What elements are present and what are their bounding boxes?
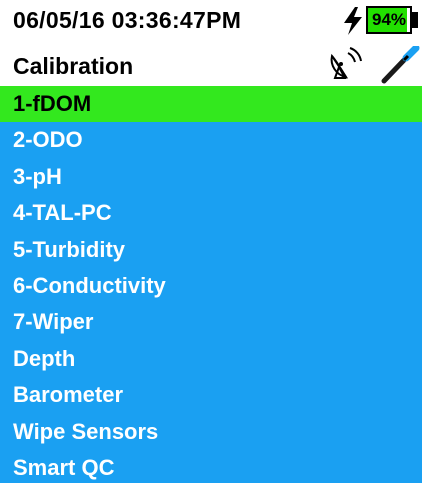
- menu-item[interactable]: 7-Wiper: [0, 304, 422, 340]
- menu-item[interactable]: 1-fDOM: [0, 86, 422, 123]
- lightning-bolt-icon: [342, 6, 364, 36]
- battery-indicator: 94%: [366, 6, 412, 34]
- datetime: 06/05/16 03:36:47PM: [13, 7, 242, 33]
- title-bar: Calibration: [0, 42, 422, 86]
- battery-cap: [412, 12, 418, 28]
- status-bar: 06/05/16 03:36:47PM 94%: [0, 0, 422, 42]
- menu-item[interactable]: 6-Conductivity: [0, 268, 422, 304]
- calibration-menu: 1-fDOM 2-ODO 3-pH 4-TAL-PC 5-Turbidity 6-Cond…: [0, 86, 422, 483]
- menu-item[interactable]: 5-Turbidity: [0, 232, 422, 268]
- page-title: Calibration: [13, 53, 134, 79]
- probe-icon: [380, 44, 422, 84]
- menu-item[interactable]: Smart QC: [0, 450, 422, 483]
- menu-item[interactable]: Depth: [0, 341, 422, 377]
- calibration-screen: 06/05/16 03:36:47PM 94% Calibration 1-fD…: [0, 0, 422, 483]
- menu-item[interactable]: 2-ODO: [0, 122, 422, 158]
- menu-item[interactable]: 4-TAL-PC: [0, 195, 422, 231]
- menu-item[interactable]: 3-pH: [0, 159, 422, 195]
- battery-percent: 94%: [371, 10, 407, 29]
- menu-item[interactable]: Barometer: [0, 377, 422, 413]
- satellite-dish-icon: [328, 47, 364, 81]
- menu-item[interactable]: Wipe Sensors: [0, 414, 422, 450]
